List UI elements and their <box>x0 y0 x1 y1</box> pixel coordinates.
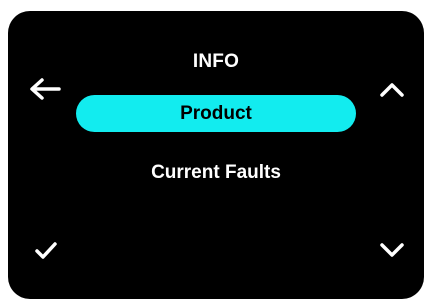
scroll-up-button[interactable] <box>372 69 412 109</box>
chevron-down-icon <box>380 243 404 257</box>
arrow-left-icon <box>30 78 61 100</box>
scroll-down-button[interactable] <box>372 230 412 270</box>
menu-item-label: Product <box>180 103 252 124</box>
back-button[interactable] <box>25 69 65 109</box>
device-screen: INFO Product Current Faults <box>8 11 424 299</box>
chevron-up-icon <box>380 83 404 97</box>
confirm-button[interactable] <box>26 230 66 270</box>
checkmark-icon <box>35 242 57 259</box>
screen-title: INFO <box>192 51 240 72</box>
menu-item-current-faults[interactable]: Current Faults <box>76 158 356 188</box>
menu-item-label: Current Faults <box>151 162 281 183</box>
menu-item-product[interactable]: Product <box>76 95 356 132</box>
